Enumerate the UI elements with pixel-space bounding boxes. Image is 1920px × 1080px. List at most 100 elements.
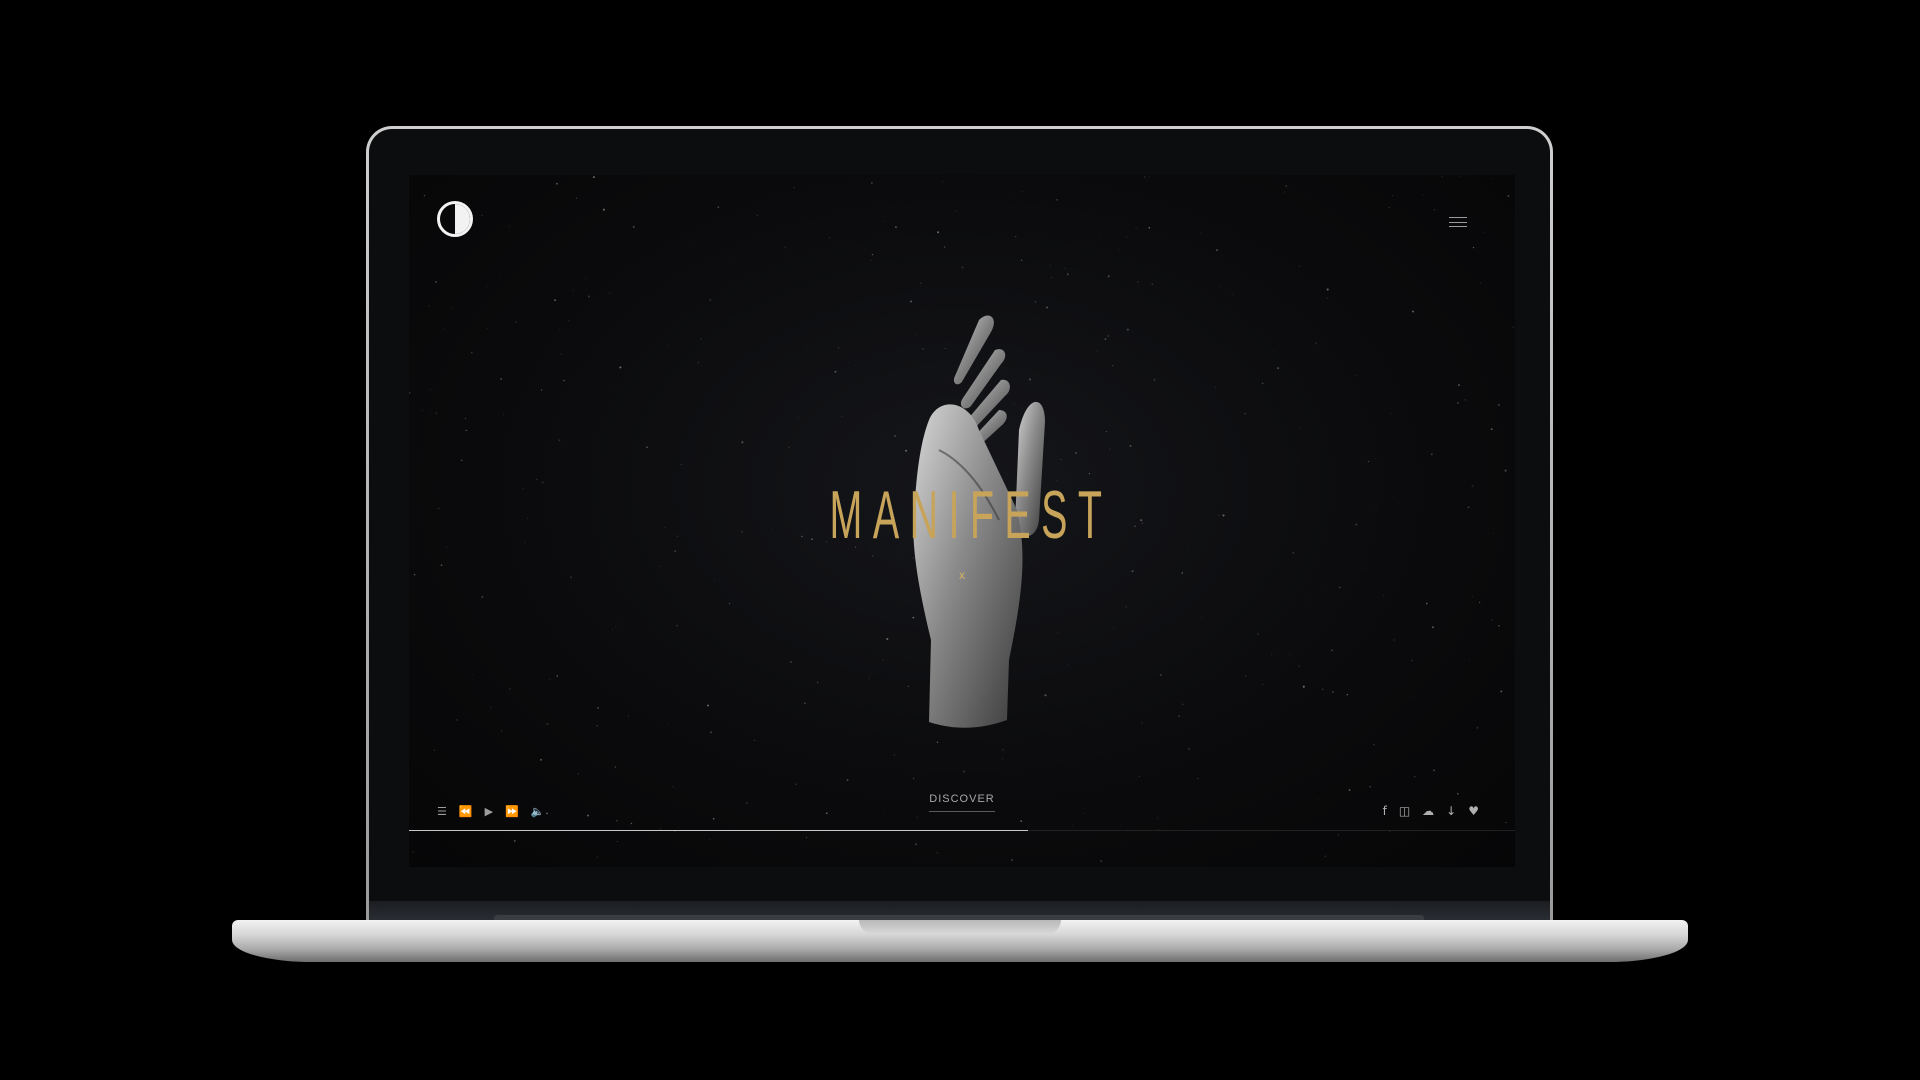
- close-button[interactable]: x: [409, 568, 1515, 582]
- star: [1441, 176, 1443, 178]
- star: [1468, 658, 1470, 660]
- star: [1479, 282, 1482, 284]
- star: [1014, 235, 1017, 238]
- star: [1432, 626, 1434, 629]
- star: [1020, 259, 1023, 262]
- star: [667, 344, 670, 347]
- discover-link[interactable]: DISCOVER: [929, 793, 995, 812]
- star: [697, 362, 699, 364]
- star: [788, 446, 790, 449]
- star: [513, 839, 516, 842]
- star: [430, 409, 432, 411]
- star: [1245, 675, 1247, 677]
- audio-progress-bar[interactable]: [409, 830, 1515, 831]
- star: [1277, 367, 1279, 369]
- instagram-icon[interactable]: ◫: [1399, 805, 1410, 817]
- star: [1178, 715, 1181, 718]
- star: [884, 221, 885, 222]
- star: [709, 298, 712, 301]
- star: [575, 197, 578, 199]
- star: [1151, 283, 1153, 285]
- star: [481, 596, 484, 598]
- star: [961, 266, 964, 269]
- star: [464, 417, 466, 419]
- star: [455, 718, 458, 721]
- star: [492, 250, 494, 252]
- star: [1315, 342, 1318, 345]
- star: [471, 352, 473, 354]
- star: [1299, 426, 1301, 428]
- star: [472, 313, 473, 315]
- star: [1075, 452, 1077, 454]
- star: [490, 706, 492, 708]
- star: [807, 347, 808, 349]
- soundcloud-icon[interactable]: ☁: [1422, 805, 1434, 817]
- star: [646, 446, 648, 449]
- star: [1309, 599, 1311, 601]
- star: [1148, 226, 1151, 229]
- star: [451, 307, 454, 310]
- star: [1369, 785, 1372, 788]
- star: [1356, 375, 1358, 376]
- star: [790, 661, 792, 663]
- star: [429, 388, 432, 391]
- star: [1425, 602, 1428, 605]
- star: [548, 678, 551, 681]
- star: [494, 784, 495, 785]
- star: [522, 487, 525, 490]
- star: [508, 688, 511, 690]
- star: [573, 782, 574, 784]
- star: [689, 243, 691, 244]
- star: [1107, 335, 1110, 337]
- download-icon[interactable]: ↓: [1446, 805, 1456, 817]
- star: [707, 704, 709, 707]
- star: [1108, 448, 1111, 451]
- star: [841, 415, 843, 417]
- star: [632, 225, 635, 228]
- star: [554, 299, 557, 302]
- star: [1268, 356, 1269, 357]
- star: [1414, 776, 1416, 778]
- star: [597, 707, 599, 709]
- star: [535, 327, 537, 328]
- star: [1180, 739, 1182, 741]
- half-moon-logo[interactable]: [437, 201, 473, 237]
- star: [795, 783, 797, 786]
- star: [1492, 532, 1495, 535]
- star: [526, 517, 529, 520]
- facebook-icon[interactable]: f: [1383, 805, 1387, 817]
- star: [560, 352, 562, 355]
- bezel-bottom: [369, 901, 1550, 921]
- star: [709, 839, 711, 841]
- star: [1020, 820, 1023, 822]
- star: [710, 731, 712, 734]
- star: [1002, 748, 1004, 751]
- star: [434, 749, 436, 751]
- star: [1125, 606, 1128, 608]
- star: [894, 226, 897, 229]
- star: [775, 307, 777, 308]
- star: [828, 236, 831, 239]
- star: [481, 214, 483, 216]
- star: [1322, 688, 1324, 690]
- star: [837, 347, 839, 349]
- heart-icon[interactable]: ♥: [1468, 805, 1479, 817]
- star: [1050, 276, 1053, 279]
- star: [608, 292, 611, 294]
- star: [487, 328, 489, 329]
- star: [563, 379, 565, 382]
- star: [558, 439, 561, 442]
- star: [1500, 690, 1503, 693]
- star: [1126, 328, 1129, 331]
- star: [1375, 508, 1377, 510]
- star: [412, 851, 414, 853]
- star: [499, 274, 500, 275]
- star: [756, 214, 759, 217]
- star: [546, 812, 548, 815]
- star: [1326, 297, 1328, 299]
- star: [1359, 732, 1361, 734]
- star: [741, 441, 744, 444]
- hamburger-menu-icon[interactable]: [1449, 217, 1467, 227]
- star: [732, 260, 734, 261]
- star: [1283, 191, 1286, 193]
